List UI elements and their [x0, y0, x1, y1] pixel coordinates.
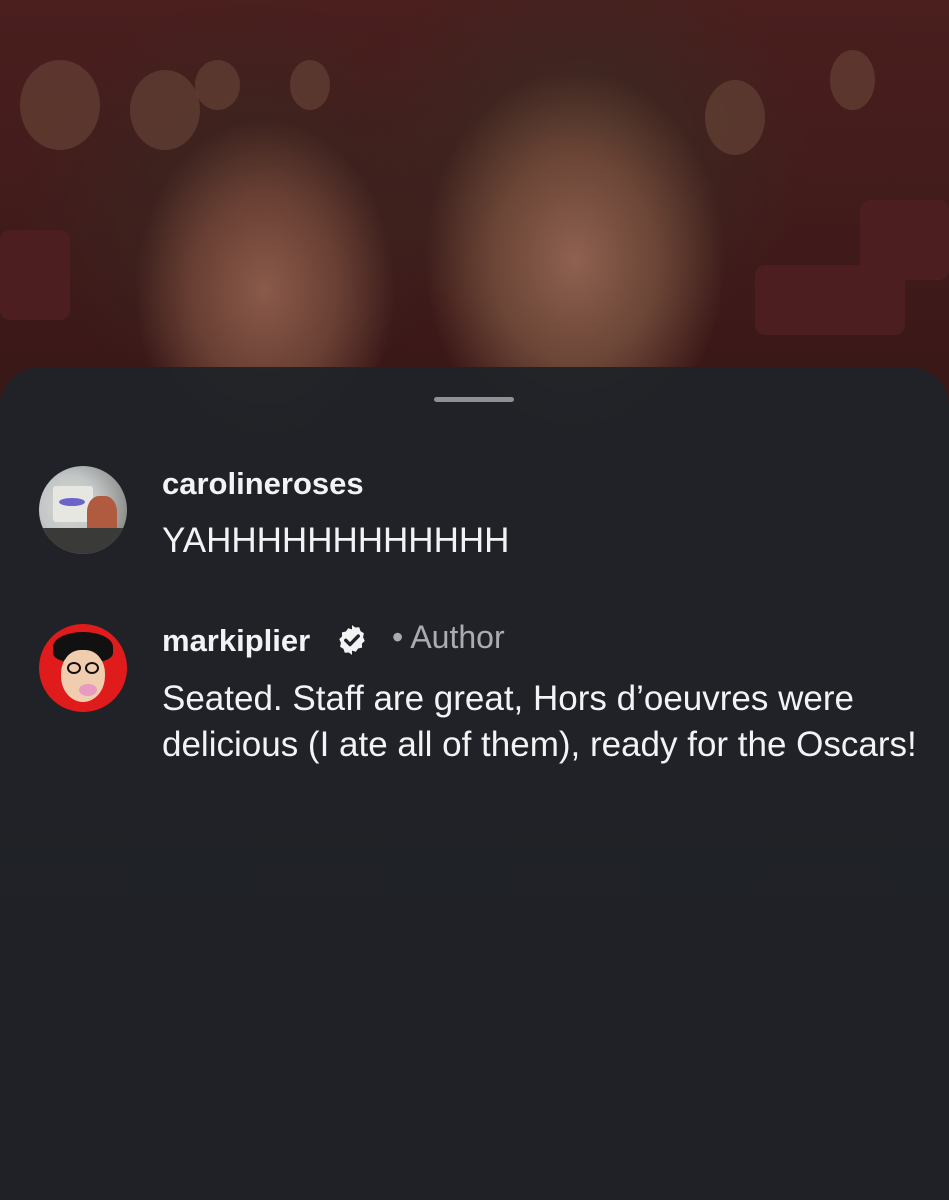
- audience-member: [195, 60, 240, 110]
- comment-text: Seated. Staff are great, Hors d’oeuvres …: [162, 679, 917, 764]
- verified-badge-icon: [339, 625, 365, 655]
- avatar[interactable]: [39, 624, 127, 712]
- sheet-handle[interactable]: [434, 397, 514, 402]
- audience-member: [830, 50, 875, 110]
- comment-text: YAHHHHHHHHHHHH: [162, 521, 510, 560]
- comment-username[interactable]: carolineroses: [162, 466, 364, 502]
- theater-seat: [0, 230, 70, 320]
- author-tag: • Author: [392, 619, 505, 655]
- audience-member: [290, 60, 330, 110]
- comments-sheet: [0, 367, 949, 1200]
- audience-member: [130, 70, 200, 150]
- avatar[interactable]: [39, 466, 127, 554]
- audience-member: [20, 60, 100, 150]
- audience-member: [705, 80, 765, 155]
- comment-username[interactable]: markiplier: [162, 623, 310, 659]
- theater-seat: [860, 200, 949, 280]
